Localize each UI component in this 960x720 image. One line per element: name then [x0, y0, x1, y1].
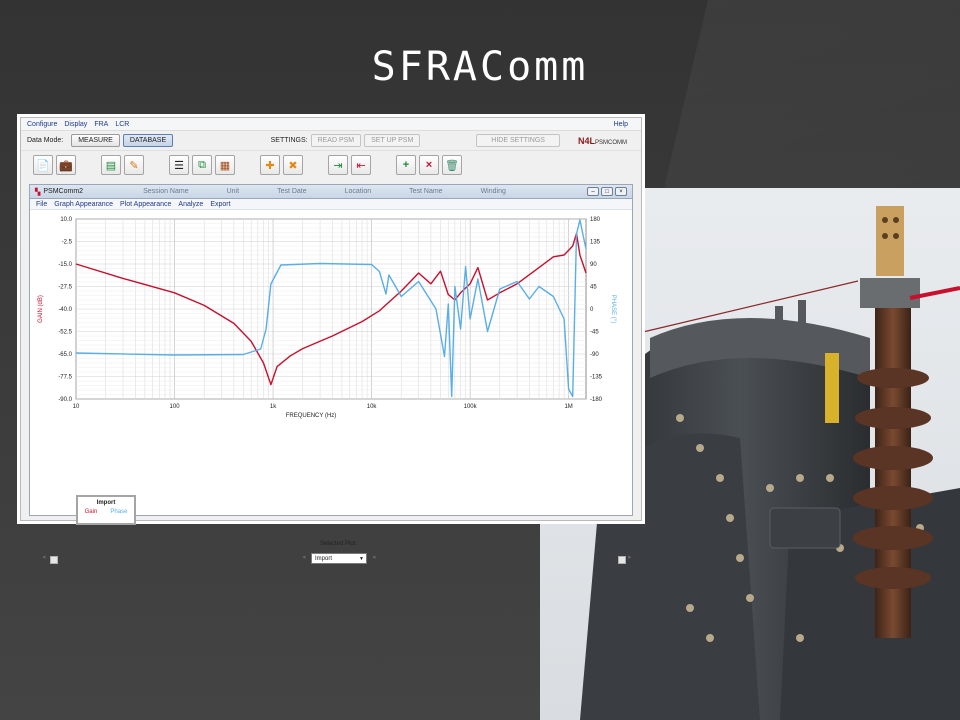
- y-tick-label-left: -65.0: [58, 352, 72, 358]
- y-tick-label-right: 90: [590, 262, 597, 268]
- menu-lcr[interactable]: LCR: [115, 121, 129, 128]
- y-tick-label-right: 45: [590, 285, 597, 291]
- y-tick-label-right: 0: [590, 307, 594, 313]
- x-tick-label: 10: [73, 404, 80, 410]
- menu-configure[interactable]: Configure: [27, 121, 57, 128]
- new-file-icon[interactable]: 📄: [33, 155, 53, 175]
- header-session-name: Session Name: [143, 188, 189, 195]
- legend-gain: Gain: [84, 509, 98, 515]
- y-axis-label-left: GAIN (dB): [38, 295, 44, 323]
- column-headers: Session Name Unit Test Date Location Tes…: [143, 188, 544, 195]
- selected-plot-value: Import: [315, 555, 333, 562]
- frequency-response-chart: 10.0 180 -2.5 135 -15.0 90 -27.5 45 -40.0 0 -52.5 -…: [38, 217, 616, 419]
- prev-plot-arrow-icon[interactable]: ◂: [302, 553, 306, 561]
- x-axis-label: FREQUENCY (Hz): [286, 413, 337, 419]
- x-tick-label: 1M: [564, 404, 572, 410]
- settings-label: SETTINGS:: [270, 137, 308, 144]
- x-tick-label: 100k: [464, 404, 478, 410]
- mode-toolbar: Data Mode: MEASURE DATABASE SETTINGS: RE…: [21, 131, 641, 151]
- psmcomm-app-window: Configure Display FRA LCR Help Data Mode…: [20, 117, 642, 564]
- header-unit: Unit: [226, 188, 240, 195]
- y-tick-label-right: -135: [590, 375, 603, 381]
- briefcase-icon[interactable]: 💼: [56, 155, 76, 175]
- n4l-logo: N4LPSMCOMM: [577, 135, 627, 146]
- menu-export[interactable]: Export: [210, 201, 230, 208]
- selected-plot-select[interactable]: Import ▼: [311, 553, 367, 564]
- chevron-down-icon: ▼: [359, 555, 364, 562]
- y-tick-label-left: -15.0: [58, 262, 72, 268]
- green-book-icon[interactable]: ▤: [101, 155, 121, 175]
- y-tick-label-left: -27.5: [58, 285, 72, 291]
- menu-graph-appearance[interactable]: Graph Appearance: [54, 201, 113, 208]
- x-tick-label: 1k: [270, 404, 277, 410]
- y-tick-label-right: -45: [590, 330, 599, 336]
- header-test-name: Test Name: [409, 188, 443, 195]
- read-psm-button[interactable]: READ PSM: [310, 134, 362, 147]
- y-tick-label-right: -90: [590, 352, 599, 358]
- child-menubar: File Graph Appearance Plot Appearance An…: [30, 199, 632, 210]
- menu-help[interactable]: Help: [614, 121, 628, 128]
- psmcomm2-child-window: ▚ PSMComm2 Session Name Unit Test Date L…: [29, 184, 633, 564]
- y-tick-label-left: -77.5: [58, 375, 72, 381]
- y-tick-label-left: -52.5: [58, 330, 72, 336]
- menu-display[interactable]: Display: [64, 121, 87, 128]
- y-tick-label-left: -40.0: [58, 307, 72, 313]
- folder-add-icon[interactable]: ✚: [260, 155, 280, 175]
- minimize-icon[interactable]: –: [587, 187, 599, 196]
- y-tick-label-right: -180: [590, 397, 603, 403]
- x-tick-label: 100: [170, 404, 181, 410]
- legend-phase: Phase: [110, 509, 128, 515]
- chart-edit-icon[interactable]: ⧉: [192, 155, 212, 175]
- maximize-icon[interactable]: □: [601, 187, 613, 196]
- table-icon[interactable]: ▦: [215, 155, 235, 175]
- child-window-title: PSMComm2: [43, 188, 84, 195]
- y-tick-label-left: -2.5: [62, 240, 73, 246]
- next-plot-arrow-icon[interactable]: ◂: [372, 553, 376, 561]
- legend-title: Import: [96, 500, 116, 506]
- device-add-icon[interactable]: ⇥: [328, 155, 348, 175]
- window-controls: – □ ×: [585, 187, 627, 196]
- device-remove-icon[interactable]: ⇤: [351, 155, 371, 175]
- menu-file[interactable]: File: [36, 201, 47, 208]
- menu-analyze[interactable]: Analyze: [178, 201, 203, 208]
- header-location: Location: [344, 188, 372, 195]
- scroll-right-arrow-icon[interactable]: ▸: [628, 553, 632, 561]
- close-icon[interactable]: ×: [615, 187, 627, 196]
- scroll-left-arrow-icon[interactable]: ◂: [42, 553, 46, 561]
- trash-icon[interactable]: 🗑: [442, 155, 462, 175]
- y-tick-label-left: 10.0: [60, 217, 72, 223]
- database-button[interactable]: DATABASE: [122, 134, 174, 147]
- right-scroll-thumb[interactable]: [618, 556, 626, 564]
- setup-psm-button[interactable]: SET UP PSM: [364, 134, 421, 147]
- y-axis-label-right: PHASE (°): [610, 295, 616, 323]
- icon-toolbar: 📄 💼 ▤ ✎ ☰ ⧉ ▦ ✚ ✖ ⇥ ⇤ + × 🗑: [21, 151, 641, 179]
- plot-legend: Import Gain Phase: [76, 495, 136, 525]
- data-mode-label: Data Mode:: [27, 137, 64, 144]
- y-tick-label-right: 135: [590, 240, 601, 246]
- pencil-icon[interactable]: ✎: [124, 155, 144, 175]
- selected-plot-label: Selected Plot:: [320, 541, 358, 547]
- x-tick-label: 10k: [367, 404, 378, 410]
- main-menubar: Configure Display FRA LCR Help: [21, 118, 641, 131]
- folder-remove-icon[interactable]: ✖: [283, 155, 303, 175]
- delete-icon[interactable]: ×: [419, 155, 439, 175]
- child-titlebar: ▚ PSMComm2 Session Name Unit Test Date L…: [30, 185, 632, 199]
- add-icon[interactable]: +: [396, 155, 416, 175]
- y-tick-label-right: 180: [590, 217, 601, 223]
- menu-fra[interactable]: FRA: [94, 121, 108, 128]
- left-scroll-thumb[interactable]: [50, 556, 58, 564]
- header-test-date: Test Date: [277, 188, 307, 195]
- slide-title: SFRAComm: [371, 44, 589, 90]
- y-tick-label-left: -90.0: [58, 397, 72, 403]
- measure-button[interactable]: MEASURE: [71, 134, 120, 147]
- hide-settings-button[interactable]: HIDE SETTINGS: [476, 134, 560, 147]
- list-icon[interactable]: ☰: [169, 155, 189, 175]
- header-winding: Winding: [480, 188, 506, 195]
- app-icon: ▚: [35, 188, 41, 196]
- menu-plot-appearance[interactable]: Plot Appearance: [120, 201, 171, 208]
